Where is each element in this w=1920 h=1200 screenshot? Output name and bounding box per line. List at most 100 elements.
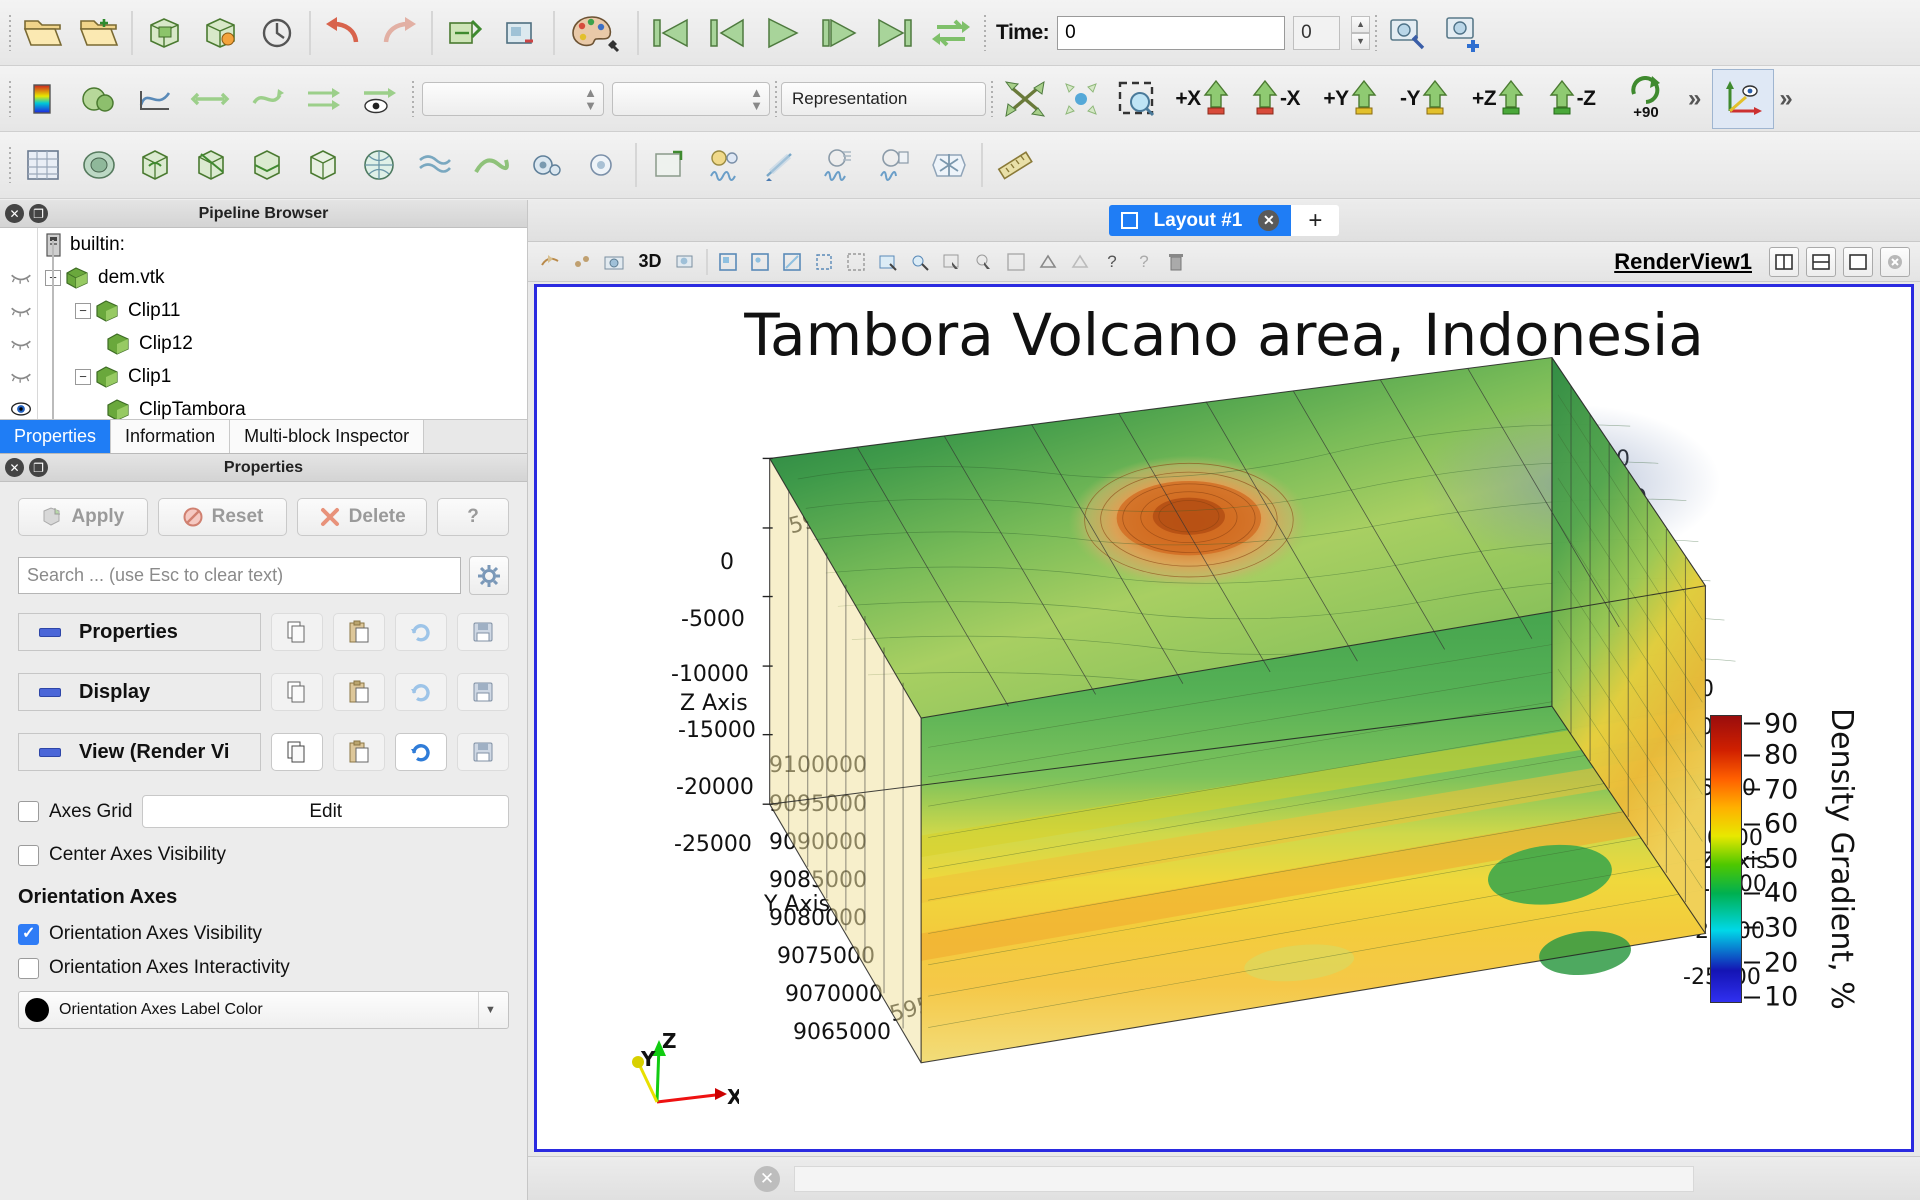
- hover-points-button[interactable]: [968, 246, 1000, 278]
- copy-display-button[interactable]: [271, 673, 323, 711]
- interactive-select-points-button[interactable]: [904, 246, 936, 278]
- previous-frame-button[interactable]: [699, 5, 755, 61]
- select-points-button[interactable]: [744, 246, 776, 278]
- eye-open-icon[interactable]: [10, 400, 32, 418]
- time-input[interactable]: 0: [1057, 15, 1286, 50]
- threshold-button[interactable]: [295, 137, 351, 193]
- pipeline-item-clip12[interactable]: Clip12: [0, 327, 527, 360]
- interaction-mode-2d-button[interactable]: [534, 246, 566, 278]
- calculator-button[interactable]: [71, 137, 127, 193]
- toolbar-grip[interactable]: [4, 11, 15, 55]
- rescale-over-time-button[interactable]: [239, 71, 295, 127]
- pipeline-item-clip1[interactable]: − Clip1: [0, 360, 527, 393]
- reset-button[interactable]: Reset: [157, 498, 288, 536]
- stepper-up[interactable]: ▲: [1351, 15, 1371, 33]
- rescale-visible-range-button[interactable]: [295, 71, 351, 127]
- render-view-canvas[interactable]: Tambora Volcano area, Indonesia 595000 6…: [534, 284, 1914, 1152]
- toolbar-grip[interactable]: [979, 11, 990, 55]
- spreadsheet-view-button[interactable]: [15, 137, 71, 193]
- eye-closed-icon[interactable]: [10, 268, 32, 286]
- eye-closed-icon[interactable]: [10, 334, 32, 352]
- layout-tab[interactable]: Layout #1 ✕: [1108, 205, 1292, 236]
- add-camera-button[interactable]: [1437, 5, 1493, 61]
- tab-information[interactable]: Information: [111, 420, 231, 453]
- float-icon[interactable]: ❐: [29, 458, 48, 477]
- python-calculator-button[interactable]: [921, 137, 977, 193]
- search-input[interactable]: Search ... (use Esc to clear text): [18, 557, 461, 594]
- contour-button[interactable]: [127, 137, 183, 193]
- save-display-defaults-button[interactable]: [457, 673, 509, 711]
- advanced-properties-button[interactable]: [469, 556, 509, 595]
- delete-button[interactable]: Delete: [297, 498, 428, 536]
- glyph-button[interactable]: [407, 137, 463, 193]
- connect-server-button[interactable]: [249, 5, 305, 61]
- plot-over-line-button[interactable]: [697, 137, 753, 193]
- hover-cells-button[interactable]: [936, 246, 968, 278]
- apply-button[interactable]: Apply: [18, 498, 148, 536]
- component-selector[interactable]: ▲ ▼: [612, 81, 770, 116]
- color-legend[interactable]: 90 80 70 60 50 40 30 20 10 Density Gradi…: [1710, 708, 1859, 1013]
- toolbar-grip[interactable]: [1370, 11, 1381, 55]
- properties-group-header[interactable]: Properties: [18, 613, 261, 651]
- undo-camera-button[interactable]: [437, 5, 493, 61]
- float-icon[interactable]: ❐: [29, 204, 48, 223]
- save-view-defaults-button[interactable]: [457, 733, 509, 771]
- display-group-header[interactable]: Display: [18, 673, 261, 711]
- copy-properties-button[interactable]: [271, 613, 323, 651]
- delete-selection-button[interactable]: [1160, 246, 1192, 278]
- last-frame-button[interactable]: [867, 5, 923, 61]
- select-frustum-button[interactable]: [808, 246, 840, 278]
- paste-properties-button[interactable]: [333, 613, 385, 651]
- select-cells-through-button[interactable]: [776, 246, 808, 278]
- zoom-to-box-button[interactable]: [1109, 71, 1165, 127]
- select-cells-button[interactable]: [712, 246, 744, 278]
- plot-data-over-time-button[interactable]: [865, 137, 921, 193]
- plot-selection-button[interactable]: [809, 137, 865, 193]
- rescale-to-data-range-button[interactable]: [127, 71, 183, 127]
- pipeline-item-builtin[interactable]: builtin:: [0, 228, 527, 261]
- pipeline-item-dem-vtk[interactable]: − dem.vtk: [0, 261, 527, 294]
- neg-y-view-button[interactable]: -Y: [1387, 71, 1461, 127]
- time-index-stepper[interactable]: ▲ ▼: [1351, 15, 1371, 50]
- help-selection-2-button[interactable]: ?: [1128, 246, 1160, 278]
- array-selector[interactable]: ▲ ▼: [422, 81, 604, 116]
- neg-z-view-button[interactable]: -Z: [1535, 71, 1609, 127]
- restore-display-defaults-button[interactable]: [395, 673, 447, 711]
- cancel-progress-icon[interactable]: ✕: [754, 1165, 780, 1192]
- help-selection-button[interactable]: ?: [1096, 246, 1128, 278]
- clear-selection-button[interactable]: [1000, 246, 1032, 278]
- view-group-header[interactable]: View (Render Vi: [18, 733, 261, 771]
- reset-camera-button[interactable]: [997, 71, 1053, 127]
- close-view-button[interactable]: [1880, 246, 1910, 277]
- tab-properties[interactable]: Properties: [0, 420, 112, 453]
- slice-button[interactable]: [239, 137, 295, 193]
- pos-y-view-button[interactable]: +Y: [1313, 71, 1387, 127]
- toolbar-grip[interactable]: [407, 77, 418, 121]
- save-as-defaults-button[interactable]: [457, 613, 509, 651]
- toolbar-grip[interactable]: [986, 77, 997, 121]
- toolbar-overflow-button-2[interactable]: »: [1774, 85, 1797, 113]
- axes-orientation-indicator[interactable]: [1712, 68, 1775, 129]
- representation-selector[interactable]: Representation: [781, 81, 986, 116]
- load-state-button[interactable]: [193, 5, 249, 61]
- orientation-axes-label-color-selector[interactable]: Orientation Axes Label Color ▼: [18, 991, 509, 1029]
- toolbar-overflow-button[interactable]: »: [1683, 85, 1706, 113]
- split-horizontal-button[interactable]: [1769, 246, 1799, 277]
- first-frame-button[interactable]: [643, 5, 699, 61]
- add-selection-button[interactable]: [1032, 246, 1064, 278]
- axes-grid-edit-button[interactable]: Edit: [142, 795, 509, 828]
- ruler-button[interactable]: [987, 137, 1043, 193]
- eye-closed-icon[interactable]: [10, 367, 32, 385]
- warp-button[interactable]: [519, 137, 575, 193]
- pipeline-item-cliptambora[interactable]: ClipTambora: [0, 393, 527, 419]
- orientation-axes-widget[interactable]: X Z Y: [629, 1032, 739, 1117]
- play-button[interactable]: [755, 5, 811, 61]
- pos-x-view-button[interactable]: +X: [1165, 71, 1239, 127]
- orientation-axes-visibility-checkbox[interactable]: [18, 923, 39, 945]
- screenshot-button[interactable]: [598, 246, 630, 278]
- expand-toggle[interactable]: −: [75, 302, 91, 319]
- time-index-input[interactable]: 0: [1293, 15, 1341, 50]
- group-datasets-button[interactable]: [575, 137, 631, 193]
- center-axes-checkbox[interactable]: [18, 844, 39, 866]
- stepper-down[interactable]: ▼: [1351, 32, 1371, 50]
